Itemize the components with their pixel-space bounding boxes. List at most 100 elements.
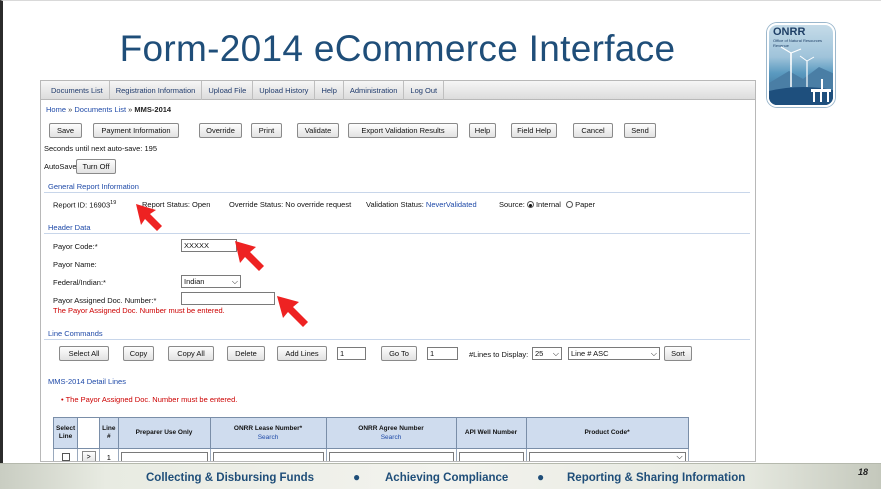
nav-log-out[interactable]: Log Out: [404, 81, 445, 100]
doc-number-label: Payor Assigned Doc. Number:*: [53, 296, 157, 305]
send-button[interactable]: Send: [624, 123, 656, 138]
breadcrumb-home[interactable]: Home: [46, 105, 66, 114]
payor-code-label: Payor Code:*: [53, 242, 98, 251]
detail-lines-heading: MMS-2014 Detail Lines: [48, 377, 126, 386]
validation-status-value[interactable]: NeverValidated: [426, 200, 477, 209]
lease-number-input[interactable]: [212, 451, 324, 461]
report-id: Report ID: 1690319: [53, 200, 116, 210]
field-help-button[interactable]: Field Help: [511, 123, 557, 138]
cancel-button[interactable]: Cancel: [573, 123, 613, 138]
help-button[interactable]: Help: [469, 123, 496, 138]
override-button[interactable]: Override: [199, 123, 242, 138]
nav-documents-list[interactable]: Documents List: [45, 81, 110, 100]
col-product-code: Product Code*: [525, 417, 689, 449]
nav-help[interactable]: Help: [315, 81, 344, 100]
source-label: Source:: [499, 200, 525, 209]
col-api-well-number: API Well Number: [455, 417, 527, 449]
autosave-label: AutoSave:: [44, 162, 79, 171]
validation-status: Validation Status: NeverValidated: [366, 200, 477, 209]
preparer-use-only-input[interactable]: [120, 451, 208, 461]
section-divider: [44, 192, 750, 193]
source-internal-label: Internal: [535, 200, 561, 209]
breadcrumb: Home » Documents List » MMS-2014: [46, 105, 171, 114]
footer-collecting: Collecting & Disbursing Funds: [146, 472, 315, 484]
lines-to-display-value: 25: [535, 349, 544, 358]
col-lease-label: ONRR Lease Number*: [233, 424, 303, 432]
validation-status-label: Validation Status:: [366, 200, 424, 209]
breadcrumb-separator: »: [128, 105, 133, 114]
override-status-label: Override Status:: [229, 200, 284, 209]
autosave-countdown: Seconds until next auto-save: 195: [44, 144, 157, 153]
col-preparer-use-only: Preparer Use Only: [117, 417, 211, 449]
line-commands-heading: Line Commands: [48, 329, 103, 338]
add-lines-button[interactable]: Add Lines: [277, 346, 327, 361]
col-line-number-1: Line: [102, 425, 116, 432]
add-lines-count-field[interactable]: 1: [337, 347, 366, 360]
nav-administration[interactable]: Administration: [344, 81, 405, 100]
col-onrr-lease-number: ONRR Lease Number* Search: [209, 417, 327, 449]
lease-search-link[interactable]: Search: [213, 434, 324, 442]
lines-to-display-select[interactable]: 25 ⌵: [532, 347, 562, 360]
row-select-cell: [52, 448, 79, 461]
doc-number-error: The Payor Assigned Doc. Number must be e…: [53, 306, 225, 315]
report-id-label: Report ID:: [53, 200, 88, 210]
validate-button[interactable]: Validate: [297, 123, 339, 138]
copy-all-button[interactable]: Copy All: [168, 346, 214, 361]
agree-search-link[interactable]: Search: [329, 434, 454, 442]
detail-error: • The Payor Assigned Doc. Number must be…: [61, 395, 237, 404]
row-lease-cell: [209, 448, 327, 461]
col-agree-label: ONRR Agree Number: [358, 424, 424, 432]
source-internal-radio[interactable]: [526, 201, 534, 208]
red-arrow-icon: [235, 241, 264, 271]
chevron-down-icon: ⌵: [231, 277, 238, 286]
row-goto-cell: >: [77, 448, 101, 461]
copy-button[interactable]: Copy: [123, 346, 154, 361]
section-divider: [44, 339, 750, 340]
detail-error-text: The Payor Assigned Doc. Number must be e…: [65, 395, 238, 404]
wind-turbine-icon: [769, 46, 833, 105]
nav-upload-history[interactable]: Upload History: [253, 81, 316, 100]
federal-indian-select[interactable]: Indian ⌵: [181, 275, 241, 288]
col-line-number: Line #: [99, 417, 119, 449]
breadcrumb-current: MMS-2014: [134, 105, 172, 114]
lines-to-display-label: #Lines to Display:: [469, 350, 529, 359]
ecommerce-app-window: Documents List Registration Information …: [40, 80, 756, 462]
api-well-number-input[interactable]: [458, 451, 524, 461]
slide-footer: Collecting & Disbursing Funds ● Achievin…: [0, 463, 881, 489]
print-button[interactable]: Print: [251, 123, 282, 138]
sort-field-value: Line # ASC: [571, 349, 609, 358]
doc-number-field[interactable]: [181, 292, 275, 305]
row-agree-cell: [325, 448, 457, 461]
nav-upload-file[interactable]: Upload File: [202, 81, 254, 100]
col-goto: [77, 417, 101, 449]
row-goto-button[interactable]: >: [81, 451, 96, 461]
payor-code-field[interactable]: XXXXX: [181, 239, 237, 252]
breadcrumb-separator: »: [68, 105, 73, 114]
detail-error-bullet: •: [61, 395, 64, 404]
agree-number-input[interactable]: [328, 451, 454, 461]
sort-button[interactable]: Sort: [664, 346, 692, 361]
go-to-button[interactable]: Go To: [381, 346, 417, 361]
page-number: 18: [858, 467, 869, 477]
chevron-down-icon: ⌵: [650, 349, 657, 358]
export-validation-results-button[interactable]: Export Validation Results: [348, 123, 458, 138]
row-api-cell: [455, 448, 527, 461]
payment-information-button[interactable]: Payment Information: [93, 123, 179, 138]
source-paper-radio[interactable]: [566, 201, 574, 208]
header-data-heading: Header Data: [48, 223, 91, 232]
report-id-suffix: 19: [110, 200, 117, 206]
red-arrow-icon: [277, 296, 308, 327]
delete-button[interactable]: Delete: [227, 346, 265, 361]
row-select-checkbox[interactable]: [61, 452, 70, 461]
breadcrumb-documents-list[interactable]: Documents List: [74, 105, 126, 114]
onrr-logo: ONRR Office of Natural Resources Revenue: [767, 23, 835, 107]
save-button[interactable]: Save: [49, 123, 82, 138]
go-to-line-field[interactable]: 1: [427, 347, 458, 360]
nav-registration-information[interactable]: Registration Information: [110, 81, 203, 100]
autosave-turn-off-button[interactable]: Turn Off: [76, 159, 116, 174]
report-status-value: Open: [192, 200, 211, 209]
product-code-select[interactable]: ⌵: [528, 451, 686, 461]
red-arrow-icon: [136, 204, 162, 231]
sort-field-select[interactable]: Line # ASC ⌵: [568, 347, 660, 360]
select-all-button[interactable]: Select All: [59, 346, 109, 361]
